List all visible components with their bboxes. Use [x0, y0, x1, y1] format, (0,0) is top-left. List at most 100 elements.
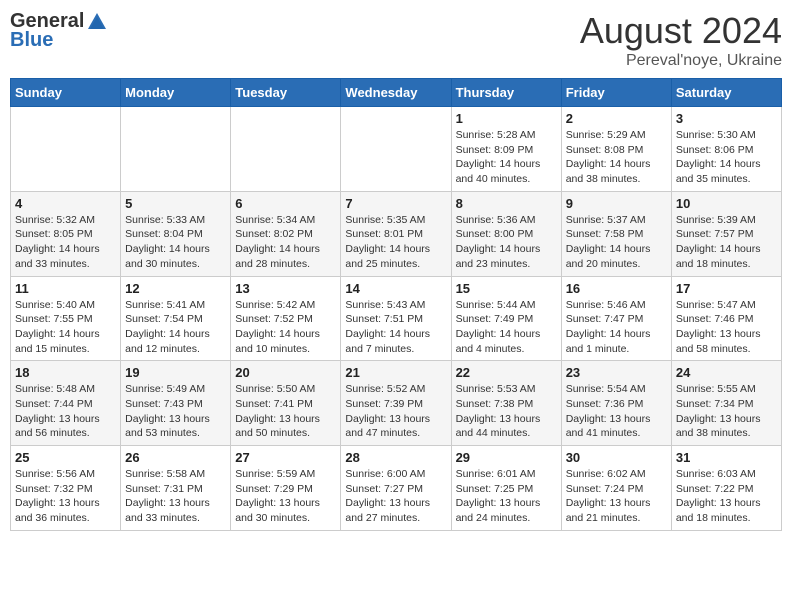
day-number: 7 [345, 196, 446, 211]
day-number: 16 [566, 281, 667, 296]
calendar-cell: 13 Sunrise: 5:42 AMSunset: 7:52 PMDayligh… [231, 276, 341, 361]
day-number: 12 [125, 281, 226, 296]
day-info: Sunrise: 5:36 AMSunset: 8:00 PMDaylight:… [456, 213, 557, 272]
day-info: Sunrise: 5:52 AMSunset: 7:39 PMDaylight:… [345, 382, 446, 441]
day-info: Sunrise: 5:49 AMSunset: 7:43 PMDaylight:… [125, 382, 226, 441]
calendar-cell: 9 Sunrise: 5:37 AMSunset: 7:58 PMDaylight… [561, 191, 671, 276]
calendar-cell: 6Sunrise: 5:34 AMSunset: 8:02 PMDaylight… [231, 191, 341, 276]
page-header: General Blue August 2024 Pereval'noye, U… [10, 10, 782, 70]
calendar-cell: 15Sunrise: 5:44 AMSunset: 7:49 PMDayligh… [451, 276, 561, 361]
day-number: 13 [235, 281, 336, 296]
day-info: Sunrise: 6:03 AMSunset: 7:22 PMDaylight:… [676, 467, 777, 526]
calendar-cell [121, 107, 231, 192]
day-info: Sunrise: 5:43 AMSunset: 7:51 PMDaylight:… [345, 298, 446, 357]
calendar-cell: 14 Sunrise: 5:43 AMSunset: 7:51 PMDayligh… [341, 276, 451, 361]
calendar-cell: 10 Sunrise: 5:39 AMSunset: 7:57 PMDayligh… [671, 191, 781, 276]
title-block: August 2024 Pereval'noye, Ukraine [580, 10, 782, 70]
week-row-5: 25 Sunrise: 5:56 AMSunset: 7:32 PMDayligh… [11, 446, 782, 531]
week-row-1: 1Sunrise: 5:28 AMSunset: 8:09 PMDaylight… [11, 107, 782, 192]
day-number: 14 [345, 281, 446, 296]
day-header-sunday: Sunday [11, 79, 121, 107]
day-number: 18 [15, 365, 116, 380]
calendar-cell [341, 107, 451, 192]
calendar-cell: 4 Sunrise: 5:32 AMSunset: 8:05 PMDaylight… [11, 191, 121, 276]
day-number: 17 [676, 281, 777, 296]
day-number: 5 [125, 196, 226, 211]
day-info: Sunrise: 5:37 AMSunset: 7:58 PMDaylight:… [566, 213, 667, 272]
calendar-cell: 20Sunrise: 5:50 AMSunset: 7:41 PMDayligh… [231, 361, 341, 446]
calendar-cell: 27 Sunrise: 5:59 AMSunset: 7:29 PMDayligh… [231, 446, 341, 531]
calendar-cell: 24 Sunrise: 5:55 AMSunset: 7:34 PMDayligh… [671, 361, 781, 446]
calendar-cell: 21 Sunrise: 5:52 AMSunset: 7:39 PMDayligh… [341, 361, 451, 446]
day-info: Sunrise: 5:50 AMSunset: 7:41 PMDaylight:… [235, 382, 336, 441]
week-row-3: 11 Sunrise: 5:40 AMSunset: 7:55 PMDayligh… [11, 276, 782, 361]
day-number: 29 [456, 450, 557, 465]
day-info: Sunrise: 5:34 AMSunset: 8:02 PMDaylight:… [235, 213, 336, 272]
day-info: Sunrise: 5:53 AMSunset: 7:38 PMDaylight:… [456, 382, 557, 441]
day-number: 25 [15, 450, 116, 465]
day-info: Sunrise: 5:29 AMSunset: 8:08 PMDaylight:… [566, 128, 667, 187]
day-header-wednesday: Wednesday [341, 79, 451, 107]
week-row-4: 18Sunrise: 5:48 AMSunset: 7:44 PMDayligh… [11, 361, 782, 446]
day-number: 24 [676, 365, 777, 380]
day-info: Sunrise: 5:44 AMSunset: 7:49 PMDaylight:… [456, 298, 557, 357]
day-info: Sunrise: 5:33 AMSunset: 8:04 PMDaylight:… [125, 213, 226, 272]
day-info: Sunrise: 5:46 AMSunset: 7:47 PMDaylight:… [566, 298, 667, 357]
day-info: Sunrise: 5:58 AMSunset: 7:31 PMDaylight:… [125, 467, 226, 526]
day-number: 2 [566, 111, 667, 126]
day-number: 8 [456, 196, 557, 211]
day-header-monday: Monday [121, 79, 231, 107]
calendar-cell: 11 Sunrise: 5:40 AMSunset: 7:55 PMDayligh… [11, 276, 121, 361]
day-number: 11 [15, 281, 116, 296]
day-number: 10 [676, 196, 777, 211]
day-number: 19 [125, 365, 226, 380]
day-info: Sunrise: 5:32 AMSunset: 8:05 PMDaylight:… [15, 213, 116, 272]
day-info: Sunrise: 5:39 AMSunset: 7:57 PMDaylight:… [676, 213, 777, 272]
day-number: 4 [15, 196, 116, 211]
calendar-cell: 7 Sunrise: 5:35 AMSunset: 8:01 PMDaylight… [341, 191, 451, 276]
logo: General Blue [10, 10, 108, 52]
calendar-cell: 12Sunrise: 5:41 AMSunset: 7:54 PMDayligh… [121, 276, 231, 361]
calendar-cell: 23 Sunrise: 5:54 AMSunset: 7:36 PMDayligh… [561, 361, 671, 446]
calendar-cell: 31Sunrise: 6:03 AMSunset: 7:22 PMDayligh… [671, 446, 781, 531]
day-info: Sunrise: 5:54 AMSunset: 7:36 PMDaylight:… [566, 382, 667, 441]
day-info: Sunrise: 6:00 AMSunset: 7:27 PMDaylight:… [345, 467, 446, 526]
day-number: 26 [125, 450, 226, 465]
day-number: 27 [235, 450, 336, 465]
calendar-header-row: SundayMondayTuesdayWednesdayThursdayFrid… [11, 79, 782, 107]
calendar-cell: 5 Sunrise: 5:33 AMSunset: 8:04 PMDaylight… [121, 191, 231, 276]
calendar-cell: 25 Sunrise: 5:56 AMSunset: 7:32 PMDayligh… [11, 446, 121, 531]
calendar-cell: 28Sunrise: 6:00 AMSunset: 7:27 PMDayligh… [341, 446, 451, 531]
logo-blue-text: Blue [10, 29, 53, 52]
calendar-cell: 19 Sunrise: 5:49 AMSunset: 7:43 PMDayligh… [121, 361, 231, 446]
calendar-cell: 8 Sunrise: 5:36 AMSunset: 8:00 PMDaylight… [451, 191, 561, 276]
calendar-cell: 17 Sunrise: 5:47 AMSunset: 7:46 PMDayligh… [671, 276, 781, 361]
calendar-cell: 30Sunrise: 6:02 AMSunset: 7:24 PMDayligh… [561, 446, 671, 531]
calendar-table: SundayMondayTuesdayWednesdayThursdayFrid… [10, 78, 782, 531]
day-info: Sunrise: 6:01 AMSunset: 7:25 PMDaylight:… [456, 467, 557, 526]
calendar-cell: 1Sunrise: 5:28 AMSunset: 8:09 PMDaylight… [451, 107, 561, 192]
day-header-friday: Friday [561, 79, 671, 107]
calendar-cell [11, 107, 121, 192]
calendar-cell: 16 Sunrise: 5:46 AMSunset: 7:47 PMDayligh… [561, 276, 671, 361]
day-number: 3 [676, 111, 777, 126]
day-number: 23 [566, 365, 667, 380]
day-info: Sunrise: 5:42 AMSunset: 7:52 PMDaylight:… [235, 298, 336, 357]
subtitle: Pereval'noye, Ukraine [580, 52, 782, 70]
calendar-cell [231, 107, 341, 192]
day-info: Sunrise: 6:02 AMSunset: 7:24 PMDaylight:… [566, 467, 667, 526]
day-number: 21 [345, 365, 446, 380]
logo-icon [86, 11, 108, 33]
day-header-tuesday: Tuesday [231, 79, 341, 107]
calendar-cell: 3Sunrise: 5:30 AMSunset: 8:06 PMDaylight… [671, 107, 781, 192]
day-info: Sunrise: 5:47 AMSunset: 7:46 PMDaylight:… [676, 298, 777, 357]
day-number: 9 [566, 196, 667, 211]
day-number: 22 [456, 365, 557, 380]
day-info: Sunrise: 5:40 AMSunset: 7:55 PMDaylight:… [15, 298, 116, 357]
day-info: Sunrise: 5:59 AMSunset: 7:29 PMDaylight:… [235, 467, 336, 526]
day-info: Sunrise: 5:56 AMSunset: 7:32 PMDaylight:… [15, 467, 116, 526]
main-title: August 2024 [580, 10, 782, 52]
day-info: Sunrise: 5:55 AMSunset: 7:34 PMDaylight:… [676, 382, 777, 441]
day-header-saturday: Saturday [671, 79, 781, 107]
day-info: Sunrise: 5:35 AMSunset: 8:01 PMDaylight:… [345, 213, 446, 272]
